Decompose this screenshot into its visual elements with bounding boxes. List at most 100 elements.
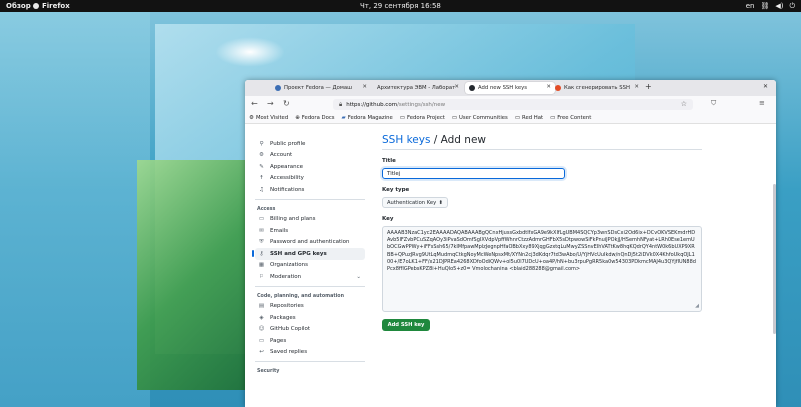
settings-sidebar: ⚲ Public profile ⚙ Account ✎ Appearance ☨ Ac… <box>252 138 365 376</box>
forward-arrow-icon[interactable]: → <box>267 99 274 108</box>
system-tray[interactable]: en ⛓ ◀) ⏻ <box>746 2 795 11</box>
back-arrow-icon[interactable]: ← <box>251 99 258 108</box>
sidebar-item-label: Password and authentication <box>270 239 350 246</box>
tab-fedora[interactable]: Проект Fedora — Домаш ✕ <box>271 82 371 94</box>
sidebar-item-moderation[interactable]: ⚐ Moderation ⌄ <box>255 271 365 283</box>
page-title-rest: / Add new <box>430 134 487 146</box>
gnome-top-bar: Обзор Firefox Чт, 29 сентября 16:58 en ⛓… <box>0 0 801 12</box>
network-icon: ⛓ <box>760 2 770 10</box>
wallpaper-shape <box>0 12 150 407</box>
sidebar-item-label: Appearance <box>270 163 304 170</box>
key-value: AAAAB3NzaC1yc2EAAAADAQABAAABgQCnxHjussGx… <box>387 230 696 273</box>
person-icon: ⚲ <box>259 140 264 147</box>
gear-icon: ⚙ <box>259 152 264 159</box>
sidebar-item-emails[interactable]: ✉ Emails <box>255 225 365 237</box>
app-menu[interactable]: Firefox <box>33 2 70 10</box>
chevron-down-icon: ⬍ <box>438 199 443 206</box>
sidebar-item-ssh-gpg-keys[interactable]: ⚷ SSH and GPG keys <box>252 248 365 260</box>
firefox-icon <box>33 3 39 9</box>
sidebar-item-label: SSH and GPG keys <box>270 250 327 257</box>
reply-icon: ↩ <box>259 349 264 356</box>
key-type-label: Key type <box>382 187 410 193</box>
bookmark-label: Fedora Project <box>406 115 445 121</box>
hamburger-menu-icon[interactable]: ≡ <box>759 99 765 107</box>
repo-icon: ▤ <box>258 303 265 310</box>
keyboard-layout[interactable]: en <box>746 2 755 11</box>
bookmark-red-hat[interactable]: ▭ Red Hat <box>515 115 543 121</box>
sidebar-item-account[interactable]: ⚙ Account <box>255 150 365 162</box>
bookmark-user-communities[interactable]: ▭ User Communities <box>452 115 508 121</box>
paintbrush-icon: ✎ <box>259 163 264 170</box>
browser-icon: ▭ <box>258 337 265 344</box>
sidebar-item-saved-replies[interactable]: ↩ Saved replies <box>255 347 365 359</box>
folder-icon: ▭ <box>550 115 556 121</box>
window-close-icon[interactable]: ✕ <box>763 83 768 90</box>
bookmark-icon: ▰ <box>341 115 346 121</box>
bookmark-most-visited[interactable]: ⚙ Most Visited <box>249 115 288 121</box>
navigation-toolbar: ← → ↻ 🔒︎ https://github.com/settings/ssh… <box>245 96 776 113</box>
speaker-icon: ◀) <box>775 2 784 10</box>
close-icon[interactable]: ✕ <box>454 84 459 90</box>
new-tab-button[interactable]: + <box>645 82 652 91</box>
sidebar-item-label: Repositories <box>270 303 304 310</box>
bookmark-free-content[interactable]: ▭ Free Content <box>550 115 591 121</box>
sidebar-item-packages[interactable]: ◈ Packages <box>255 312 365 324</box>
folder-icon: ▭ <box>399 115 405 121</box>
pocket-icon[interactable]: ⛉ <box>711 99 716 108</box>
tab-add-ssh-keys[interactable]: Add new SSH keys ✕ <box>465 82 555 94</box>
bookmark-fedora-magazine[interactable]: ▰ Fedora Magazine <box>342 115 393 121</box>
sidebar-item-billing[interactable]: ▭ Billing and plans <box>255 214 365 226</box>
sidebar-section-security: Security <box>257 369 280 374</box>
sidebar-item-repositories[interactable]: ▤ Repositories <box>255 301 365 313</box>
sidebar-item-organizations[interactable]: ▦ Organizations <box>255 260 365 272</box>
mail-icon: ✉ <box>259 227 264 234</box>
bookmark-fedora-project[interactable]: ▭ Fedora Project <box>400 115 445 121</box>
activities-button[interactable]: Обзор <box>6 2 31 10</box>
bell-icon: ♫ <box>259 186 264 193</box>
bookmark-fedora-docs[interactable]: ⊕ Fedora Docs <box>295 115 334 121</box>
organization-icon: ▦ <box>258 262 265 269</box>
key-type-select[interactable]: Authentication Key ⬍ <box>382 197 448 208</box>
sidebar-item-appearance[interactable]: ✎ Appearance <box>255 161 365 173</box>
tab-label: Add new SSH keys <box>478 85 527 91</box>
url-host: https://github.com <box>346 101 398 108</box>
bookmark-star-icon[interactable]: ☆ <box>681 100 687 108</box>
bookmark-label: Fedora Magazine <box>347 115 393 121</box>
url-bar[interactable]: 🔒︎ https://github.com/settings/ssh/new ☆ <box>333 99 693 110</box>
add-ssh-key-form: SSH keys / Add new Title Titlej Key type… <box>382 134 702 331</box>
breadcrumb-ssh-keys[interactable]: SSH keys <box>382 134 430 146</box>
accessibility-icon: ☨ <box>260 175 263 182</box>
github-settings-page: ⚲ Public profile ⚙ Account ✎ Appearance ☨ Ac… <box>245 124 776 407</box>
key-textarea[interactable]: AAAAB3NzaC1yc2EAAAADAQABAAABgQCnxHjussGx… <box>382 226 702 312</box>
sidebar-item-notifications[interactable]: ♫ Notifications <box>255 184 365 196</box>
tab-ssh-guide[interactable]: Как сгенерировать SSH ✕ <box>551 82 643 94</box>
reload-icon[interactable]: ↻ <box>283 99 290 108</box>
copilot-icon: ☺ <box>258 326 265 333</box>
sidebar-item-public-profile[interactable]: ⚲ Public profile <box>255 138 365 150</box>
sidebar-item-password[interactable]: ⛨ Password and authentication <box>255 237 365 249</box>
lock-icon: 🔒︎ <box>339 100 343 108</box>
title-input[interactable]: Titlej <box>382 168 565 179</box>
sidebar-item-pages[interactable]: ▭ Pages <box>255 335 365 347</box>
sidebar-item-copilot[interactable]: ☺ GitHub Copilot <box>255 324 365 336</box>
clock[interactable]: Чт, 29 сентября 16:58 <box>360 2 441 10</box>
page-scrollbar[interactable] <box>773 184 776 334</box>
firefox-window: Проект Fedora — Домаш ✕ Архитектура ЭВМ … <box>245 80 776 407</box>
sidebar-item-label: Saved replies <box>270 349 308 356</box>
key-type-value: Authentication Key <box>387 199 437 206</box>
wallpaper-shape <box>215 37 285 67</box>
site-icon <box>555 85 561 91</box>
key-label: Key <box>382 216 394 222</box>
tab-lab[interactable]: Архитектура ЭВМ - Лаборат ✕ <box>373 82 463 94</box>
bookmarks-toolbar: ⚙ Most Visited ⊕ Fedora Docs ▰ Fedora Magaz… <box>245 113 776 124</box>
sidebar-item-accessibility[interactable]: ☨ Accessibility <box>255 173 365 185</box>
credit-card-icon: ▭ <box>258 216 265 223</box>
page-title: SSH keys / Add new <box>382 134 702 150</box>
close-icon[interactable]: ✕ <box>634 84 639 90</box>
divider <box>255 285 365 287</box>
add-ssh-key-button[interactable]: Add SSH key <box>382 319 430 331</box>
resize-handle-icon[interactable]: ◢ <box>695 303 699 310</box>
tab-label: Проект Fedora — Домаш <box>284 85 352 91</box>
tab-strip: Проект Fedora — Домаш ✕ Архитектура ЭВМ … <box>245 80 776 96</box>
close-icon[interactable]: ✕ <box>362 84 367 90</box>
